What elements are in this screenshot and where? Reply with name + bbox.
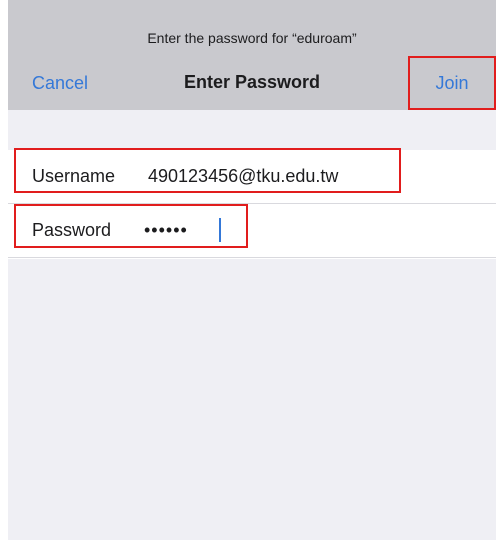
username-row[interactable]: Username 490123456@tku.edu.tw [8, 150, 496, 204]
username-field[interactable]: 490123456@tku.edu.tw [148, 166, 408, 187]
text-cursor [219, 218, 221, 242]
password-row[interactable]: Password •••••• [8, 204, 496, 258]
enter-password-sheet: Enter the password for “eduroam” Cancel … [0, 0, 496, 540]
username-label: Username [32, 166, 116, 186]
join-button[interactable]: Join [408, 56, 496, 110]
cancel-button[interactable]: Cancel [32, 73, 88, 94]
password-field[interactable]: •••••• [144, 220, 224, 241]
network-prompt: Enter the password for “eduroam” [147, 30, 357, 46]
password-label: Password [32, 220, 112, 240]
empty-content-area [8, 259, 496, 540]
navigation-bar: Enter the password for “eduroam” Cancel … [8, 0, 496, 110]
section-spacer [8, 110, 496, 150]
join-button-label: Join [435, 72, 469, 93]
